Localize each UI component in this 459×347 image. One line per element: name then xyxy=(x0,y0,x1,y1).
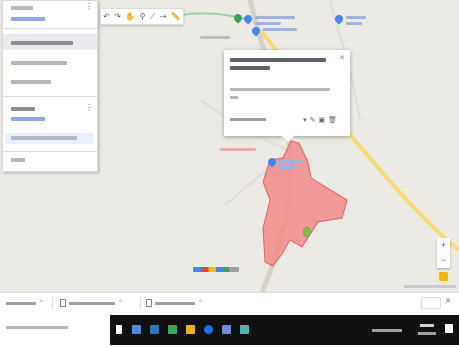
zoom-out-button[interactable]: − xyxy=(437,253,450,268)
popup-extra xyxy=(230,96,238,99)
close-icon[interactable]: ✕ xyxy=(445,297,451,305)
feature-marker[interactable] xyxy=(303,226,311,238)
poi-label-3 xyxy=(263,28,297,31)
notification-icon[interactable] xyxy=(445,324,453,333)
camera-icon[interactable]: ▣ xyxy=(318,117,328,124)
popup-description xyxy=(230,88,330,91)
layer-menu-icon[interactable]: ⋮ xyxy=(85,104,93,112)
chevron-up-icon[interactable]: ^ xyxy=(119,300,122,306)
ruler-icon[interactable]: 📏 xyxy=(171,12,181,21)
chevron-up-icon[interactable]: ^ xyxy=(199,300,202,306)
show-all-button[interactable] xyxy=(421,297,441,309)
draw-line-icon[interactable]: ⟋ xyxy=(150,12,156,22)
popup-coordinates xyxy=(230,118,266,121)
app-icon[interactable] xyxy=(222,325,231,334)
map-toolbar: ↶ ↷ ✋ ⚲ ⟋ ⇢ 📏 xyxy=(100,8,184,25)
add-marker-icon[interactable]: ⚲ xyxy=(140,12,146,21)
clock-time[interactable] xyxy=(420,324,434,327)
poi-label-2 xyxy=(346,16,366,19)
download-bar: ^ ^ ^ ✕ xyxy=(0,292,459,313)
delete-icon[interactable]: 🗑 xyxy=(328,117,340,124)
poi-label-1 xyxy=(255,16,295,19)
more-item[interactable] xyxy=(11,158,25,162)
download-separator-2 xyxy=(140,297,141,309)
chrome-icon[interactable] xyxy=(204,325,213,334)
select-hand-icon[interactable]: ✋ xyxy=(125,12,135,21)
download-separator-1 xyxy=(52,297,53,309)
sub-label[interactable] xyxy=(11,17,45,21)
download-item-label xyxy=(69,301,115,305)
download-item-1[interactable]: ^ xyxy=(6,299,43,307)
panel-divider-2 xyxy=(3,96,97,97)
panel-divider-3 xyxy=(3,151,97,152)
top-label xyxy=(11,6,33,10)
download-item-2[interactable]: ^ xyxy=(60,299,122,307)
poi-label-4 xyxy=(278,160,302,163)
close-icon[interactable]: ✕ xyxy=(339,54,345,62)
place-label-1 xyxy=(200,36,230,39)
taskbar-strip xyxy=(110,315,459,345)
excel-icon[interactable] xyxy=(168,325,177,334)
zoom-in-button[interactable]: + xyxy=(437,238,450,253)
panel-menu-icon[interactable]: ⋮ xyxy=(85,3,93,11)
layer2-style[interactable] xyxy=(11,117,45,121)
street-view-pegman-icon[interactable] xyxy=(439,272,448,281)
map-canvas[interactable]: ⋮ ⋮ ↶ ↷ ✋ ⚲ ⟋ ⇢ 📏 ✕ ▾✎▣🗑 + − xyxy=(0,0,459,292)
task-view-icon[interactable] xyxy=(116,325,122,334)
popup-actions: ▾✎▣🗑 xyxy=(303,116,340,124)
directions-icon[interactable]: ⇢ xyxy=(160,12,167,21)
download-item-3[interactable]: ^ xyxy=(146,299,202,307)
chevron-up-icon[interactable]: ^ xyxy=(40,300,43,306)
poi-label-4b xyxy=(278,166,296,169)
word-icon[interactable] xyxy=(150,325,159,334)
os-taskbar xyxy=(0,312,459,347)
download-item-label xyxy=(6,301,36,305)
selected-feature-label xyxy=(11,136,77,140)
system-tray[interactable] xyxy=(372,329,402,332)
panel-divider-1 xyxy=(3,28,97,29)
google-logo xyxy=(193,267,239,272)
place-label-2 xyxy=(220,148,256,151)
poi-label-1b xyxy=(255,22,281,25)
file-explorer-icon[interactable] xyxy=(186,325,195,334)
taskbar-search[interactable] xyxy=(6,326,68,329)
feature-info-popup: ✕ ▾✎▣🗑 xyxy=(224,50,350,142)
edge-icon[interactable] xyxy=(132,325,141,334)
map-attribution[interactable] xyxy=(404,285,456,288)
layers-panel: ⋮ ⋮ xyxy=(2,0,98,172)
download-item-label xyxy=(155,301,195,305)
layer-item-1[interactable] xyxy=(11,61,67,65)
clock-date[interactable] xyxy=(418,332,436,335)
poi-label-2b xyxy=(346,22,362,25)
layer2-title[interactable] xyxy=(11,107,35,111)
file-icon xyxy=(60,299,66,307)
zoom-control: + − xyxy=(437,238,450,268)
file-icon xyxy=(146,299,152,307)
layer-item-2[interactable] xyxy=(11,80,51,84)
layer-actions[interactable] xyxy=(11,41,73,45)
popup-title xyxy=(230,58,326,62)
undo-icon[interactable]: ↶ xyxy=(103,12,110,21)
app-icon-2[interactable] xyxy=(240,325,249,334)
popup-title-line-2 xyxy=(230,66,270,70)
redo-icon[interactable]: ↷ xyxy=(114,12,121,21)
